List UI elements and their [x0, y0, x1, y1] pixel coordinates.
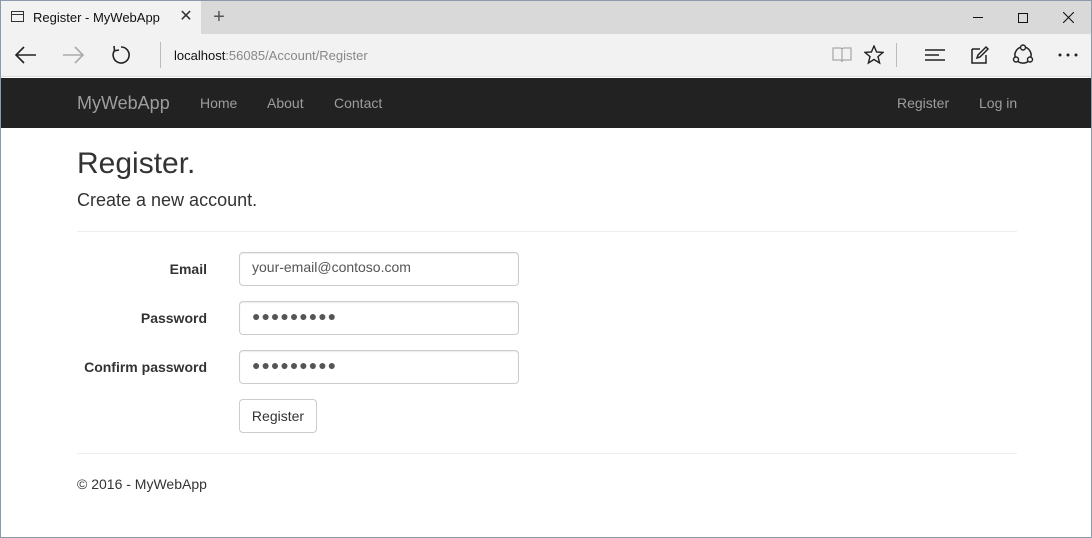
brand-link[interactable]: MyWebApp [77, 93, 170, 114]
more-icon [1058, 53, 1078, 57]
star-icon [864, 45, 884, 65]
email-field[interactable]: your-email@contoso.com [239, 252, 519, 286]
refresh-button[interactable] [105, 39, 137, 71]
url-divider [160, 42, 161, 68]
browser-tab[interactable]: Register - MyWebApp ✕ [1, 1, 201, 34]
nav-about[interactable]: About [267, 95, 304, 111]
close-window-button[interactable] [1045, 1, 1091, 34]
footer-copyright: © 2016 - MyWebApp [77, 476, 207, 492]
page-icon [11, 11, 24, 22]
confirm-password-field[interactable]: ●●●●●●●●● [239, 350, 519, 384]
password-label: Password [140, 310, 207, 326]
register-button[interactable]: Register [239, 399, 317, 433]
tab-strip: Register - MyWebApp ✕ + [1, 1, 1091, 34]
share-icon [1012, 44, 1034, 64]
close-icon [1062, 12, 1074, 23]
nav-contact[interactable]: Contact [334, 95, 382, 111]
close-tab-icon[interactable]: ✕ [178, 7, 194, 27]
pen-icon [971, 45, 990, 64]
favorite-button[interactable] [858, 39, 890, 71]
address-bar: localhost:56085/Account/Register [1, 34, 1091, 77]
url-field[interactable]: localhost:56085/Account/Register [174, 48, 368, 63]
footer-divider [77, 453, 1017, 454]
page-title: Register. [77, 147, 196, 180]
url-host: localhost [174, 48, 226, 63]
back-button[interactable] [10, 39, 42, 71]
browser-window: Register - MyWebApp ✕ + localhost:56085/… [0, 0, 1092, 538]
tab-title: Register - MyWebApp [33, 10, 160, 25]
minimize-button[interactable] [955, 1, 1001, 34]
maximize-button[interactable] [1000, 1, 1046, 34]
web-note-button[interactable] [964, 39, 996, 71]
nav-login[interactable]: Log in [979, 95, 1017, 111]
nav-register[interactable]: Register [897, 95, 949, 111]
new-tab-button[interactable]: + [209, 5, 229, 29]
minimize-icon [973, 17, 983, 18]
url-path: :56085/Account/Register [225, 48, 368, 63]
book-icon [832, 47, 852, 63]
share-button[interactable] [1007, 39, 1039, 71]
arrow-right-icon [63, 46, 84, 64]
reading-view-button[interactable] [826, 39, 858, 71]
maximize-icon [1018, 12, 1028, 23]
nav-home[interactable]: Home [200, 95, 237, 111]
toolbar-divider [896, 43, 897, 67]
site-navbar: MyWebApp Home About Contact Register Log… [1, 78, 1091, 128]
more-button[interactable] [1052, 39, 1084, 71]
arrow-left-icon [15, 46, 36, 64]
refresh-icon [112, 45, 130, 64]
email-label: Email [169, 261, 207, 277]
page-subtitle: Create a new account. [77, 190, 258, 210]
hub-button[interactable] [919, 39, 951, 71]
hub-icon [925, 49, 945, 61]
divider [77, 231, 1017, 232]
forward-button[interactable] [57, 39, 89, 71]
password-field[interactable]: ●●●●●●●●● [239, 301, 519, 335]
confirm-password-label: Confirm password [84, 359, 207, 375]
